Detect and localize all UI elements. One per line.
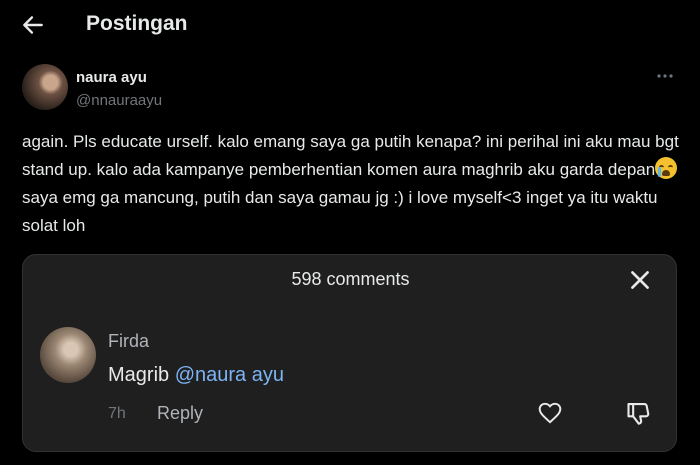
top-bar: Postingan	[0, 0, 700, 52]
arrow-left-icon[interactable]	[20, 12, 46, 38]
avatar[interactable]	[22, 64, 68, 110]
reply-button[interactable]: Reply	[157, 403, 203, 424]
more-horizontal-icon[interactable]	[652, 66, 678, 86]
close-icon[interactable]	[627, 267, 653, 293]
comments-panel: 598 comments Firda Magrib @naura ayu 7h …	[22, 254, 677, 452]
commenter-avatar[interactable]	[40, 327, 96, 383]
thumbs-down-icon[interactable]	[625, 400, 653, 428]
comment-body: Magrib	[108, 364, 175, 386]
mention-link[interactable]: @naura ayu	[175, 364, 284, 386]
loudly-crying-face-icon	[655, 157, 678, 179]
author-handle[interactable]: @nnauraayu	[76, 92, 162, 109]
comment-text: Magrib @naura ayu	[108, 364, 284, 387]
post-text-part-2: saya emg ga mancung, putih dan saya gama…	[22, 188, 658, 235]
comment-time: 7h	[108, 405, 126, 422]
comments-count: 598 comments	[291, 269, 410, 289]
post-text-part-1: again. Pls educate urself. kalo emang sa…	[22, 132, 679, 179]
author-name[interactable]: naura ayu	[76, 69, 147, 86]
post-text: again. Pls educate urself. kalo emang sa…	[22, 128, 682, 240]
heart-icon[interactable]	[536, 400, 564, 426]
page-title: Postingan	[86, 12, 188, 35]
commenter-name[interactable]: Firda	[108, 331, 149, 352]
